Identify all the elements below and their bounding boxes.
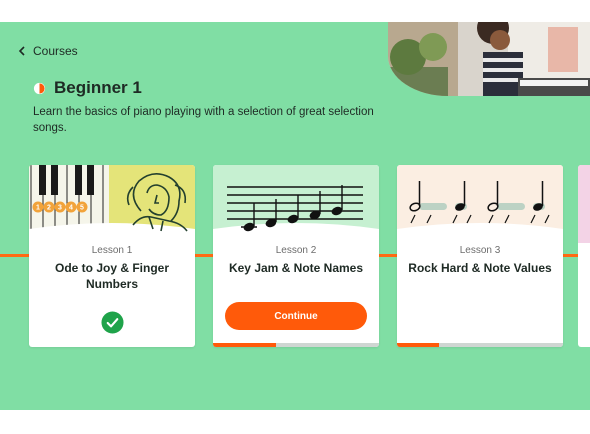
lesson-number: Lesson 2	[275, 245, 317, 256]
lesson-title: Rock Hard & Note Values	[408, 261, 552, 275]
finger-numbers: 1 2 3 4 5	[32, 201, 88, 213]
lesson-title: Key Jam & Note Names	[228, 261, 364, 275]
course-header: Beginner 1	[33, 78, 142, 98]
back-label: Courses	[33, 44, 78, 58]
lesson-3-progress-fill	[397, 343, 439, 347]
chevron-left-icon	[18, 46, 25, 56]
course-description: Learn the basics of piano playing with a…	[33, 106, 374, 134]
lesson-card-1[interactable]: 1 2 3 4 5 Lesson 1 Ode to Joy & Finger N…	[29, 165, 195, 347]
continue-button[interactable]: Continue	[225, 302, 367, 330]
lesson-card-2[interactable]: Lesson 2 Key Jam & Note Names Continue	[213, 165, 379, 347]
lesson-2-progress-bar	[213, 343, 379, 347]
lesson-number: Lesson 3	[459, 245, 501, 256]
progress-ring-icon	[33, 82, 46, 94]
completed-check-icon	[101, 311, 124, 334]
header-photo	[388, 22, 590, 96]
finger-number-5: 5	[80, 205, 84, 212]
lesson-2-illustration	[213, 165, 379, 249]
finger-number-1: 1	[36, 205, 40, 212]
finger-number-4: 4	[69, 205, 73, 212]
back-to-courses[interactable]: Courses	[18, 44, 78, 58]
course-title: Beginner 1	[54, 78, 142, 97]
lesson-3-progress-bar	[397, 343, 563, 347]
lesson-3-illustration	[397, 165, 563, 249]
lesson-number: Lesson 1	[91, 245, 133, 256]
lesson-card-3[interactable]: Lesson 3 Rock Hard & Note Values	[397, 165, 563, 347]
finger-number-2: 2	[47, 205, 51, 212]
next-lesson-card-peek[interactable]	[578, 165, 590, 347]
finger-number-3: 3	[58, 205, 62, 212]
lesson-2-progress-fill	[213, 343, 277, 347]
course-screen: Courses Beginner 1 Learn the basics of p…	[0, 22, 590, 410]
lesson-title: Ode to Joy & Finger Numbers	[54, 261, 169, 291]
